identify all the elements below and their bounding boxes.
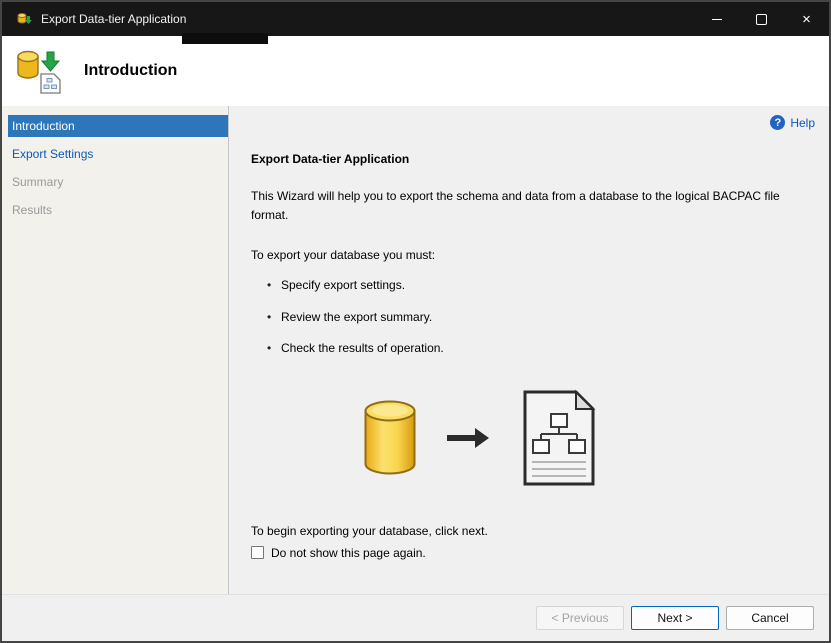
- next-button[interactable]: Next >: [631, 606, 719, 630]
- wizard-header: Introduction: [2, 36, 829, 106]
- intro-paragraph: This Wizard will help you to export the …: [251, 189, 780, 222]
- list-item: Specify export settings.: [267, 278, 803, 294]
- do-not-show-row: Do not show this page again.: [251, 546, 803, 560]
- page-content: Export Data-tier Application This Wizard…: [229, 130, 829, 560]
- wizard-button-bar: < Previous Next > Cancel: [2, 594, 829, 641]
- requirements-list: Specify export settings. Review the expo…: [251, 278, 803, 357]
- wizard-body: Introduction Export Settings Summary Res…: [2, 106, 829, 594]
- maximize-icon: [756, 13, 767, 25]
- do-not-show-checkbox[interactable]: [251, 546, 264, 560]
- sidebar-item-results: Results: [12, 203, 53, 217]
- content-heading: Export Data-tier Application: [251, 152, 410, 166]
- do-not-show-label[interactable]: Do not show this page again.: [271, 546, 426, 560]
- minimize-button[interactable]: [694, 2, 739, 36]
- sidebar-item-summary: Summary: [12, 175, 64, 189]
- requirements-label: To export your database you must:: [251, 248, 436, 263]
- titlebar-tab-artifact: [182, 33, 268, 44]
- app-icon: [16, 11, 32, 27]
- wizard-steps-sidebar: Introduction Export Settings Summary Res…: [2, 106, 229, 594]
- close-button[interactable]: ×: [784, 2, 829, 36]
- database-cylinder-icon: [363, 399, 417, 480]
- help-link[interactable]: Help: [790, 116, 815, 130]
- window-title: Export Data-tier Application: [41, 12, 187, 26]
- cancel-button[interactable]: Cancel: [726, 606, 814, 630]
- right-arrow-icon: [445, 425, 491, 454]
- close-icon: ×: [802, 10, 811, 28]
- export-dac-wizard-window: Export Data-tier Application × Introduct…: [0, 0, 831, 643]
- titlebar: Export Data-tier Application ×: [2, 2, 829, 36]
- help-icon: ?: [770, 115, 786, 130]
- sidebar-item-export-settings[interactable]: Export Settings: [2, 143, 228, 165]
- bacpac-file-icon: [519, 389, 599, 490]
- page-title: Introduction: [84, 62, 178, 79]
- maximize-button[interactable]: [739, 2, 784, 36]
- window-controls: ×: [694, 2, 829, 36]
- main-pane: ? Help Export Data-tier Application This…: [229, 106, 829, 594]
- previous-button: < Previous: [536, 606, 624, 630]
- list-item: Check the results of operation.: [267, 341, 803, 357]
- list-item: Review the export summary.: [267, 310, 803, 326]
- export-dac-icon: [14, 48, 62, 94]
- begin-instruction: To begin exporting your database, click …: [251, 523, 488, 538]
- help-row: ? Help: [229, 106, 829, 130]
- sidebar-item-introduction[interactable]: Introduction: [8, 115, 228, 137]
- export-illustration: [363, 389, 803, 490]
- minimize-icon: [711, 18, 722, 20]
